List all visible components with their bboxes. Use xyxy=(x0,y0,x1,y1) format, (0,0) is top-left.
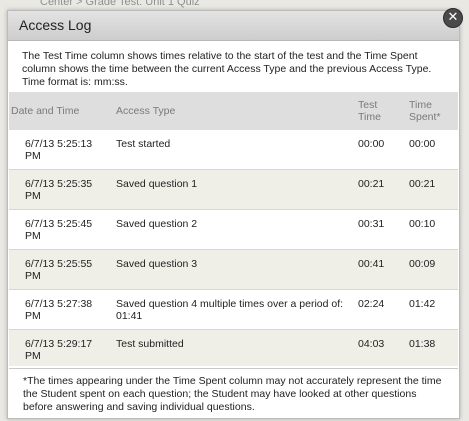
row-access-type: Saved question 1 xyxy=(116,178,198,190)
table-row: 6/7/13 5:25:13 PM Test started 00:00 00:… xyxy=(9,130,458,170)
table-row: 6/7/13 5:27:38 PM Saved question 4 multi… xyxy=(9,290,458,330)
row-access-type: Saved question 2 xyxy=(116,218,198,230)
row-date-time: 6/7/13 5:25:45 xyxy=(25,218,93,230)
dialog-description: The Test Time column shows times relativ… xyxy=(22,50,432,88)
access-log-table: Date and Time Access Type Test Time Time… xyxy=(9,92,458,366)
row-access-type: Saved question 3 xyxy=(116,258,198,270)
header-time-spent-line1: Time xyxy=(409,99,432,111)
row-time-spent: 01:38 xyxy=(409,338,436,350)
header-date-and-time: Date and Time xyxy=(11,105,80,117)
row-test-time: 00:41 xyxy=(358,258,385,270)
row-date-ampm: PM xyxy=(25,310,41,322)
row-time-spent: 00:21 xyxy=(409,178,436,190)
row-date-time: 6/7/13 5:27:38 xyxy=(25,298,93,310)
row-date-time: 6/7/13 5:25:13 xyxy=(25,138,93,150)
row-date-time: 6/7/13 5:25:35 xyxy=(25,178,93,190)
background-breadcrumb: Center > Grade Test: Unit 1 Quiz xyxy=(40,0,200,8)
row-access-type: Saved question 4 multiple times over a p… xyxy=(116,298,344,322)
row-date-time: 6/7/13 5:25:55 xyxy=(25,258,93,270)
row-test-time: 04:03 xyxy=(358,338,385,350)
row-test-time: 02:24 xyxy=(358,298,385,310)
table-row: 6/7/13 5:25:55 PM Saved question 3 00:41… xyxy=(9,250,458,290)
row-date-ampm: PM xyxy=(25,350,41,362)
row-test-time: 00:00 xyxy=(358,138,385,150)
row-time-spent: 00:00 xyxy=(409,138,436,150)
row-time-spent: 00:09 xyxy=(409,258,436,270)
table-row: 6/7/13 5:25:35 PM Saved question 1 00:21… xyxy=(9,170,458,210)
table-header: Date and Time Access Type Test Time Time… xyxy=(9,92,458,130)
dialog-title: Access Log xyxy=(8,11,459,41)
row-access-type: Test submitted xyxy=(116,338,184,350)
row-date-ampm: PM xyxy=(25,270,41,282)
row-date-ampm: PM xyxy=(25,190,41,202)
table-row: 6/7/13 5:25:45 PM Saved question 2 00:31… xyxy=(9,210,458,250)
header-access-type: Access Type xyxy=(116,105,176,117)
row-date-ampm: PM xyxy=(25,150,41,162)
row-time-spent: 00:10 xyxy=(409,218,436,230)
row-test-time: 00:31 xyxy=(358,218,385,230)
row-test-time: 00:21 xyxy=(358,178,385,190)
close-icon[interactable]: ✕ xyxy=(443,8,463,28)
header-time-spent-line2: Spent* xyxy=(409,111,441,123)
access-log-dialog: Access Log The Test Time column shows ti… xyxy=(7,10,460,419)
row-access-type: Test started xyxy=(116,138,171,150)
row-date-time: 6/7/13 5:29:17 xyxy=(25,338,93,350)
row-date-ampm: PM xyxy=(25,230,41,242)
header-test-time-line2: Time xyxy=(358,111,381,123)
time-spent-footnote: *The times appearing under the Time Spen… xyxy=(9,368,458,418)
table-row: 6/7/13 5:29:17 PM Test submitted 04:03 0… xyxy=(9,330,458,366)
header-test-time-line1: Test xyxy=(358,99,378,111)
row-time-spent: 01:42 xyxy=(409,298,436,310)
